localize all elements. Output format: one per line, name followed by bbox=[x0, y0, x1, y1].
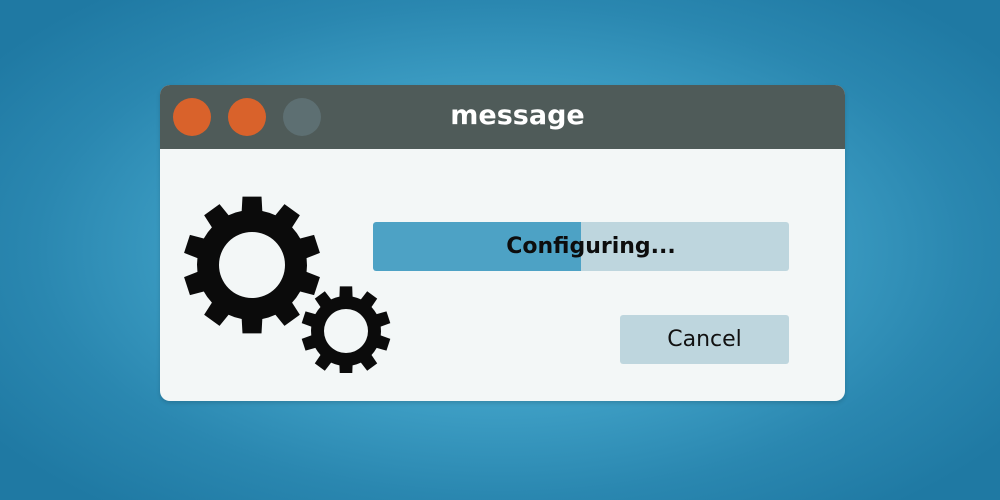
window-title: message bbox=[450, 100, 585, 131]
progress-label: Configuring... bbox=[506, 234, 676, 259]
cancel-button[interactable]: Cancel bbox=[620, 315, 789, 364]
title-bar[interactable]: message bbox=[160, 85, 845, 149]
gear-large-icon bbox=[184, 196, 320, 334]
gears-illustration bbox=[184, 196, 391, 373]
progress-bar: Configuring... bbox=[373, 222, 789, 271]
gear-small-icon bbox=[301, 286, 391, 373]
dialog-window: message Configuring... Cancel bbox=[160, 85, 845, 401]
